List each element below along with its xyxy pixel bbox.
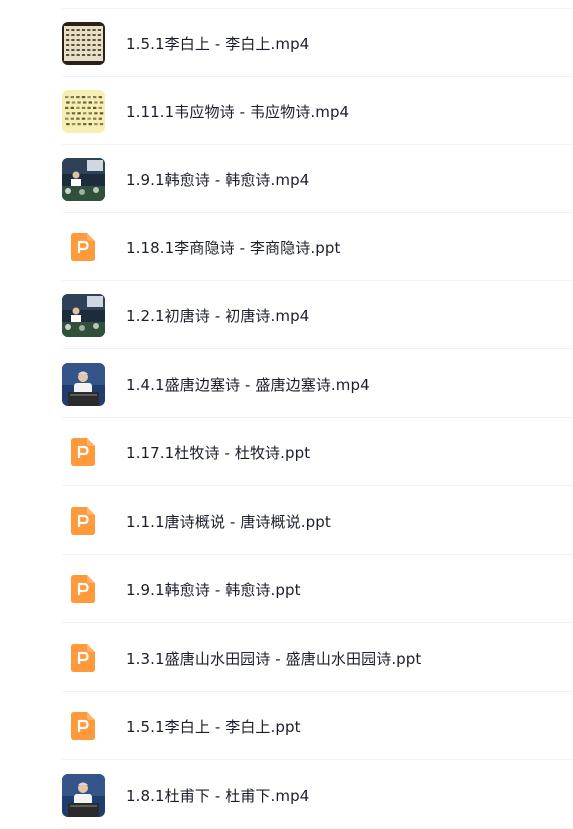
file-name: 1.1.1唐诗概说 - 唐诗概说.ppt [126, 512, 331, 531]
file-name: 1.9.1韩愈诗 - 韩愈诗.ppt [126, 580, 301, 599]
video-thumbnail [62, 157, 105, 201]
video-thumbnail [62, 21, 105, 65]
file-name: 1.2.1初唐诗 - 初唐诗.mp4 [126, 306, 310, 325]
file-row[interactable]: 1.3.1盛唐山水田园诗 - 盛唐山水田园诗.ppt [0, 624, 573, 692]
file-name: 1.5.1李白上 - 李白上.ppt [126, 717, 301, 736]
ppt-file-icon [71, 644, 95, 672]
file-row[interactable]: 1.5.1李白上 - 李白上.ppt [0, 692, 573, 760]
file-name: 1.18.1李商隐诗 - 李商隐诗.ppt [126, 238, 341, 257]
file-name: 1.4.1盛唐边塞诗 - 盛唐边塞诗.mp4 [126, 375, 370, 394]
file-row[interactable]: 1.8.1杜甫下 - 杜甫下.mp4 [0, 761, 573, 829]
file-name: 1.9.1韩愈诗 - 韩愈诗.mp4 [126, 170, 310, 189]
file-row[interactable]: 1.11.1韦应物诗 - 韦应物诗.mp4 [0, 77, 573, 145]
ppt-file-icon [71, 507, 95, 535]
ppt-file-icon [71, 438, 95, 466]
file-row[interactable]: 1.2.1初唐诗 - 初唐诗.mp4 [0, 281, 573, 349]
ppt-file-icon [71, 233, 95, 261]
video-thumbnail [62, 773, 105, 817]
file-row[interactable]: 1.9.1韩愈诗 - 韩愈诗.mp4 [0, 145, 573, 213]
file-row[interactable]: 1.4.1盛唐边塞诗 - 盛唐边塞诗.mp4 [0, 350, 573, 418]
ppt-file-icon [71, 575, 95, 603]
file-row[interactable]: 1.9.1韩愈诗 - 韩愈诗.ppt [0, 555, 573, 623]
video-thumbnail [62, 293, 105, 337]
file-name: 1.17.1杜牧诗 - 杜牧诗.ppt [126, 443, 311, 462]
file-name: 1.3.1盛唐山水田园诗 - 盛唐山水田园诗.ppt [126, 649, 422, 668]
file-row[interactable]: 1.18.1李商隐诗 - 李商隐诗.ppt [0, 213, 573, 281]
video-thumbnail [62, 362, 105, 406]
file-name: 1.11.1韦应物诗 - 韦应物诗.mp4 [126, 102, 350, 121]
ppt-file-icon [71, 712, 95, 740]
file-list: 1.5.1李白上 - 李白上.mp4 1.11.1韦应物诗 - 韦应物诗.mp4… [0, 0, 573, 829]
file-name: 1.8.1杜甫下 - 杜甫下.mp4 [126, 786, 310, 805]
file-name: 1.5.1李白上 - 李白上.mp4 [126, 34, 310, 53]
video-thumbnail [62, 89, 105, 133]
file-row[interactable]: 1.17.1杜牧诗 - 杜牧诗.ppt [0, 418, 573, 486]
file-row[interactable]: 1.1.1唐诗概说 - 唐诗概说.ppt [0, 487, 573, 555]
file-row[interactable]: 1.5.1李白上 - 李白上.mp4 [0, 9, 573, 77]
